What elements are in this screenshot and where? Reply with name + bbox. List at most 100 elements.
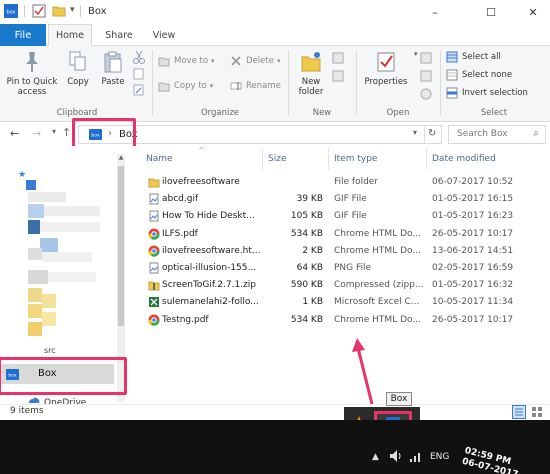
cut-icon[interactable]: [132, 50, 146, 67]
file-date: 10-05-2017 11:34: [432, 297, 514, 308]
nav-item-blurred[interactable]: [28, 270, 48, 284]
show-hidden-icons-icon[interactable]: ▲: [372, 452, 379, 462]
nav-item-blurred[interactable]: [28, 248, 42, 260]
new-item-icon[interactable]: [332, 52, 344, 64]
column-header-name[interactable]: Name: [146, 154, 173, 164]
file-row[interactable]: How To Hide Deskt... 105 KB GIF File 01-05-…: [128, 208, 550, 225]
delete-button[interactable]: Delete ▾: [230, 54, 280, 68]
rename-button[interactable]: Rename: [230, 79, 281, 93]
nav-item-blurred[interactable]: [44, 206, 100, 216]
tab-share[interactable]: Share: [100, 24, 138, 46]
copy-button[interactable]: Copy: [62, 50, 94, 87]
volume-icon[interactable]: [388, 448, 404, 464]
paste-shortcut-icon[interactable]: [132, 84, 146, 96]
details-view-icon[interactable]: [512, 405, 526, 419]
nav-item-blurred[interactable]: [40, 238, 58, 252]
tab-file[interactable]: File: [0, 24, 46, 46]
nav-item-blurred[interactable]: [28, 288, 42, 302]
column-divider[interactable]: [262, 148, 263, 170]
scroll-up-icon[interactable]: ▲: [117, 154, 125, 162]
file-date: 06-07-2017 10:52: [432, 177, 514, 187]
quick-access-star-icon[interactable]: ★: [18, 170, 26, 180]
column-divider[interactable]: [426, 148, 427, 170]
chrome-icon: [148, 228, 160, 240]
nav-item-blurred[interactable]: [40, 222, 100, 232]
nav-item-blurred[interactable]: [28, 192, 66, 202]
nav-item-blurred[interactable]: [28, 304, 42, 318]
refresh-icon[interactable]: ↻: [428, 128, 436, 139]
language-indicator[interactable]: ENG: [430, 452, 449, 462]
nav-item-blurred[interactable]: [42, 312, 56, 326]
file-row[interactable]: abcd.gif 39 KB GIF File 01-05-2017 16:15: [128, 191, 550, 208]
network-icon[interactable]: [408, 448, 424, 464]
search-box[interactable]: Search Box ⌕: [448, 125, 546, 144]
properties-quick-icon[interactable]: [32, 4, 46, 18]
chevron-down-icon[interactable]: ▾: [414, 50, 418, 58]
address-divider: [424, 126, 425, 143]
clipboard-group-label: Clipboard: [56, 108, 98, 118]
column-header-date[interactable]: Date modified: [432, 154, 496, 164]
close-button[interactable]: ✕: [516, 0, 550, 24]
open-icon[interactable]: [420, 52, 432, 64]
nav-item-blurred[interactable]: [28, 220, 40, 234]
chrome-icon: [148, 314, 160, 326]
minimize-button[interactable]: –: [412, 0, 458, 24]
new-folder-button[interactable]: New folder: [294, 50, 328, 97]
annotation-arrow: [352, 338, 374, 405]
nav-item-src[interactable]: src: [44, 346, 56, 355]
file-type: GIF File: [334, 194, 367, 205]
select-all-button[interactable]: Select all: [446, 50, 501, 64]
file-row[interactable]: optical-illusion-155... 64 KB PNG File 02-0…: [128, 260, 550, 277]
nav-item-blurred[interactable]: [42, 294, 56, 308]
paste-button[interactable]: Paste: [96, 50, 130, 87]
image-file-icon: [148, 210, 160, 222]
file-row[interactable]: ScreenToGif.2.7.1.zip 590 KB Compressed (z…: [128, 277, 550, 294]
nav-item-onedrive[interactable]: OneDrive: [44, 396, 104, 404]
tab-home[interactable]: Home: [48, 24, 92, 47]
clock[interactable]: 02:59 PM 06-07-2017: [460, 446, 534, 474]
tab-view[interactable]: View: [146, 24, 182, 46]
properties-button[interactable]: Properties: [360, 50, 412, 87]
file-type: Chrome HTML Do...: [334, 245, 421, 256]
column-header-size[interactable]: Size: [268, 154, 286, 164]
easy-access-icon[interactable]: [332, 70, 344, 82]
customize-qa-icon[interactable]: ▾: [70, 5, 75, 15]
nav-scroll-thumb[interactable]: [118, 166, 124, 326]
nav-item-blurred[interactable]: [28, 322, 42, 336]
file-size: 534 KB: [290, 228, 323, 239]
file-row[interactable]: ILFS.pdf 534 KB Chrome HTML Do... 26-05-201…: [128, 226, 550, 243]
svg-text:box: box: [6, 10, 15, 16]
select-none-button[interactable]: Select none: [446, 68, 512, 82]
file-row[interactable]: sulemanelahi2-follo... 1 KB Microsoft Exce…: [128, 294, 550, 311]
select-all-label: Select all: [462, 52, 501, 62]
nav-item-icon[interactable]: [26, 180, 36, 190]
edit-icon[interactable]: [420, 70, 432, 82]
new-folder-quick-icon[interactable]: [52, 4, 66, 18]
recent-locations-icon[interactable]: ▾: [52, 127, 56, 136]
file-row[interactable]: Testng.pdf 534 KB Chrome HTML Do... 26-05-2…: [128, 312, 550, 329]
excel-icon: [148, 296, 160, 308]
file-row[interactable]: ilovefreesoftware File folder 06-07-2017 1…: [128, 174, 550, 191]
nav-item-blurred[interactable]: [48, 272, 96, 282]
file-size: 590 KB: [290, 280, 323, 291]
pin-label: Pin to Quick access: [6, 77, 58, 97]
file-date: 13-06-2017 14:51: [432, 245, 514, 256]
nav-item-blurred[interactable]: [28, 204, 44, 218]
large-icons-view-icon[interactable]: [530, 405, 544, 419]
copy-to-button[interactable]: Copy to ▾: [158, 79, 213, 93]
invert-selection-button[interactable]: Invert selection: [446, 86, 528, 100]
column-divider[interactable]: [328, 148, 329, 170]
nav-item-blurred[interactable]: [42, 252, 92, 262]
history-icon[interactable]: [420, 88, 432, 100]
forward-arrow-icon[interactable]: →: [32, 127, 41, 140]
file-row[interactable]: ilovefreesoftware.ht... 2 KB Chrome HTML D…: [128, 243, 550, 260]
column-header-type[interactable]: Item type: [334, 154, 377, 164]
move-to-button[interactable]: Move to ▾: [158, 54, 215, 68]
pin-quick-access-button[interactable]: Pin to Quick access: [4, 50, 60, 97]
maximize-button[interactable]: ☐: [468, 0, 514, 24]
chevron-down-icon: ▾: [276, 57, 281, 65]
copy-path-icon[interactable]: [132, 68, 146, 80]
up-arrow-icon[interactable]: ↑: [62, 126, 71, 139]
back-arrow-icon[interactable]: ←: [10, 127, 19, 140]
address-dropdown-icon[interactable]: ▾: [413, 128, 417, 137]
